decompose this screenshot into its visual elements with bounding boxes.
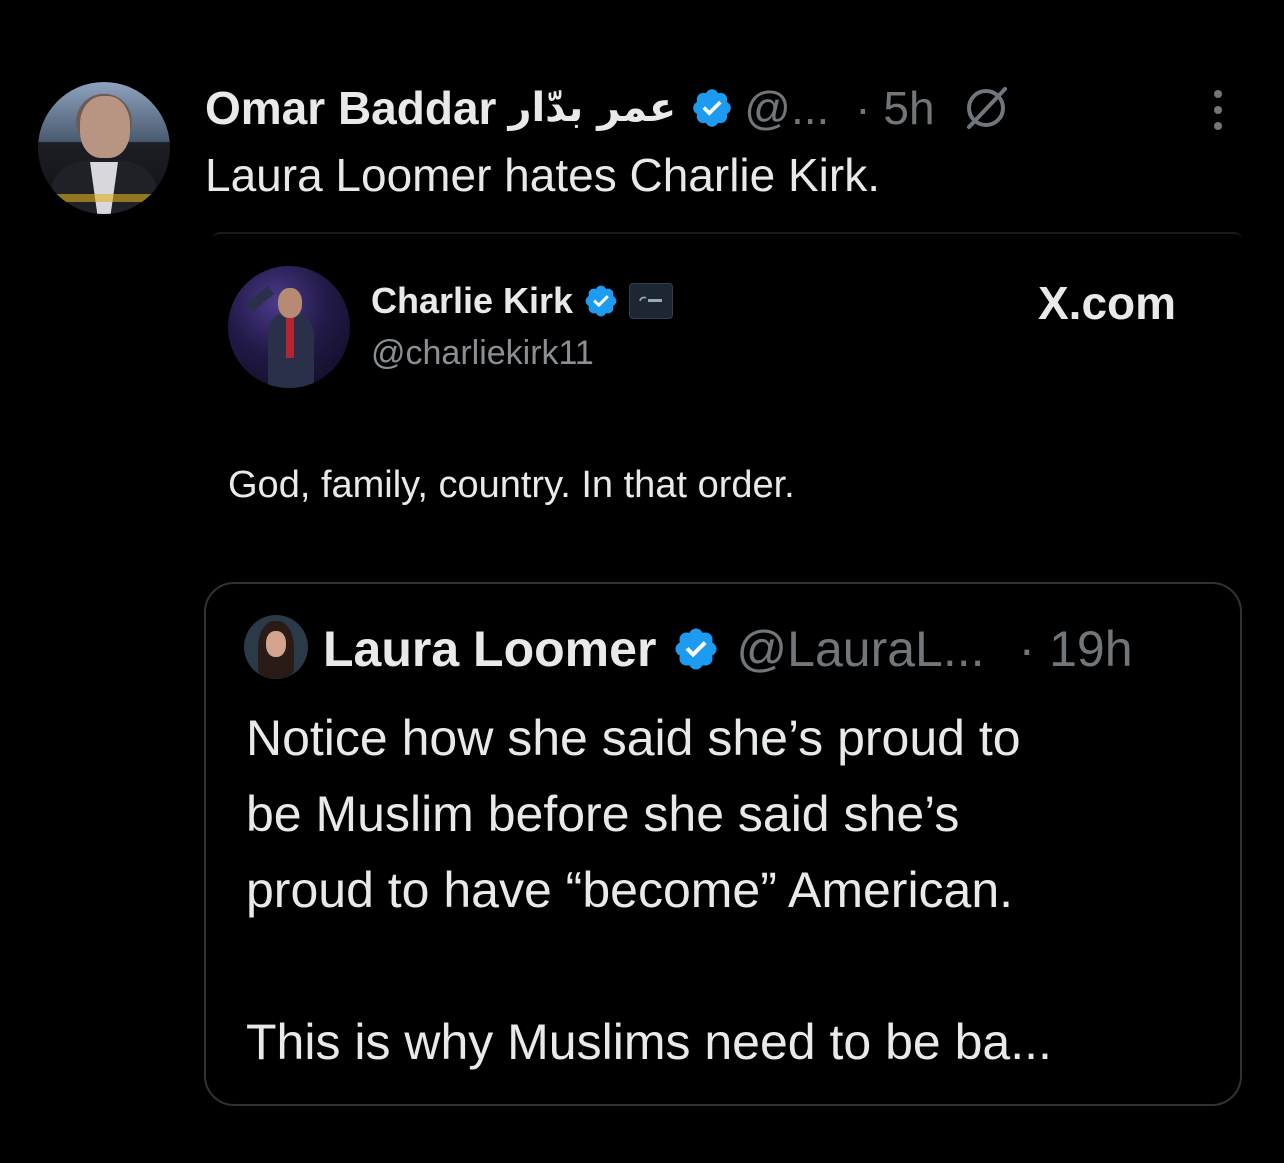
verified-badge-icon bbox=[693, 89, 732, 127]
verified-badge-icon bbox=[585, 285, 617, 317]
quoted-text-line: be Muslim before she said she’s bbox=[246, 786, 960, 842]
card-author-name: Charlie Kirk bbox=[371, 280, 574, 321]
author-avatar[interactable] bbox=[38, 82, 170, 214]
author-name-arabic[interactable]: عمر بدّار bbox=[508, 85, 676, 131]
author-handle[interactable]: @... bbox=[744, 81, 829, 135]
card-avatar[interactable] bbox=[228, 266, 350, 388]
card-text: God, family, country. In that order. bbox=[228, 464, 795, 506]
card-site-label[interactable]: X.com bbox=[1038, 276, 1176, 330]
verified-badge-icon bbox=[675, 628, 717, 670]
card-author[interactable]: Charlie Kirk bbox=[371, 280, 674, 322]
quoted-author-avatar[interactable] bbox=[244, 615, 308, 679]
tweet-header: Omar Baddar عمر بدّار @... · 5h bbox=[205, 78, 1011, 138]
quoted-text-line: Notice how she said she’s proud to bbox=[246, 710, 1021, 766]
card-author-handle[interactable]: @charliekirk11 bbox=[371, 334, 594, 373]
grok-icon[interactable] bbox=[961, 83, 1011, 133]
affiliate-badge-icon bbox=[629, 283, 674, 319]
quoted-author-handle[interactable]: @LauraL... bbox=[736, 620, 984, 678]
quoted-tweet-text: Notice how she said she’s proud to be Mu… bbox=[246, 700, 1226, 1080]
quoted-text-line: proud to have “become” American. bbox=[246, 862, 1014, 918]
quoted-tweet-header: Laura Loomer @LauraL... · 19h bbox=[323, 616, 1133, 682]
quoted-author-name[interactable]: Laura Loomer bbox=[323, 620, 656, 678]
embed-card-border bbox=[212, 232, 1242, 240]
quoted-text-line: This is why Muslims need to be ba... bbox=[246, 1014, 1052, 1070]
author-name[interactable]: Omar Baddar bbox=[205, 81, 496, 135]
more-options-icon[interactable] bbox=[1206, 86, 1230, 134]
tweet-text: Laura Loomer hates Charlie Kirk. bbox=[205, 149, 880, 201]
quoted-tweet-timestamp[interactable]: · 19h bbox=[1019, 620, 1133, 678]
tweet-timestamp[interactable]: · 5h bbox=[855, 81, 934, 135]
